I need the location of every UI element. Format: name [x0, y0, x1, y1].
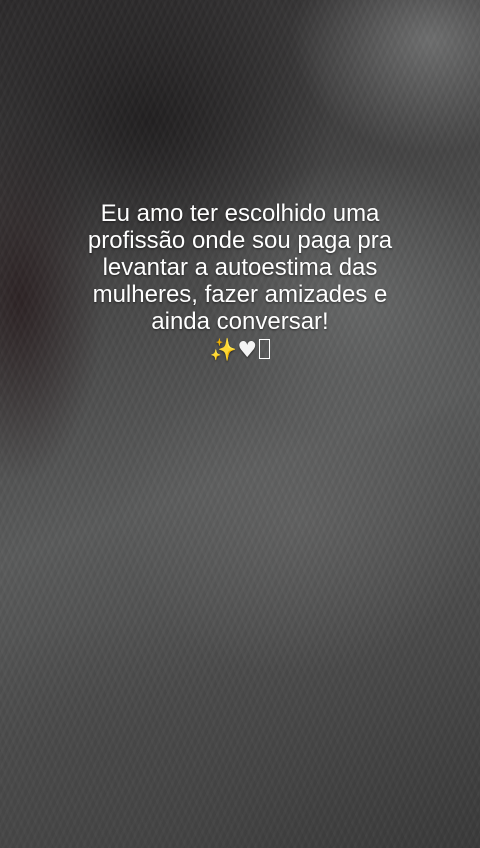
white-heart-icon: ♥ [237, 338, 258, 363]
sparkles-icon: ✨ [209, 338, 238, 363]
caption-line-2: profissão onde sou paga pra [87, 227, 393, 254]
missing-glyph-icon [259, 339, 271, 359]
caption-line-4: mulheres, fazer amizades e [92, 281, 388, 308]
caption-line-1: Eu amo ter escolhido uma [100, 200, 380, 227]
emoji-row: ✨♥ [40, 337, 440, 365]
caption-line-5: ainda conversar! [151, 308, 329, 335]
caption-line-3: levantar a autoestima das [102, 254, 378, 281]
fur-texture [0, 0, 480, 848]
story-caption: Eu amo ter escolhido uma profissão onde … [40, 200, 440, 365]
